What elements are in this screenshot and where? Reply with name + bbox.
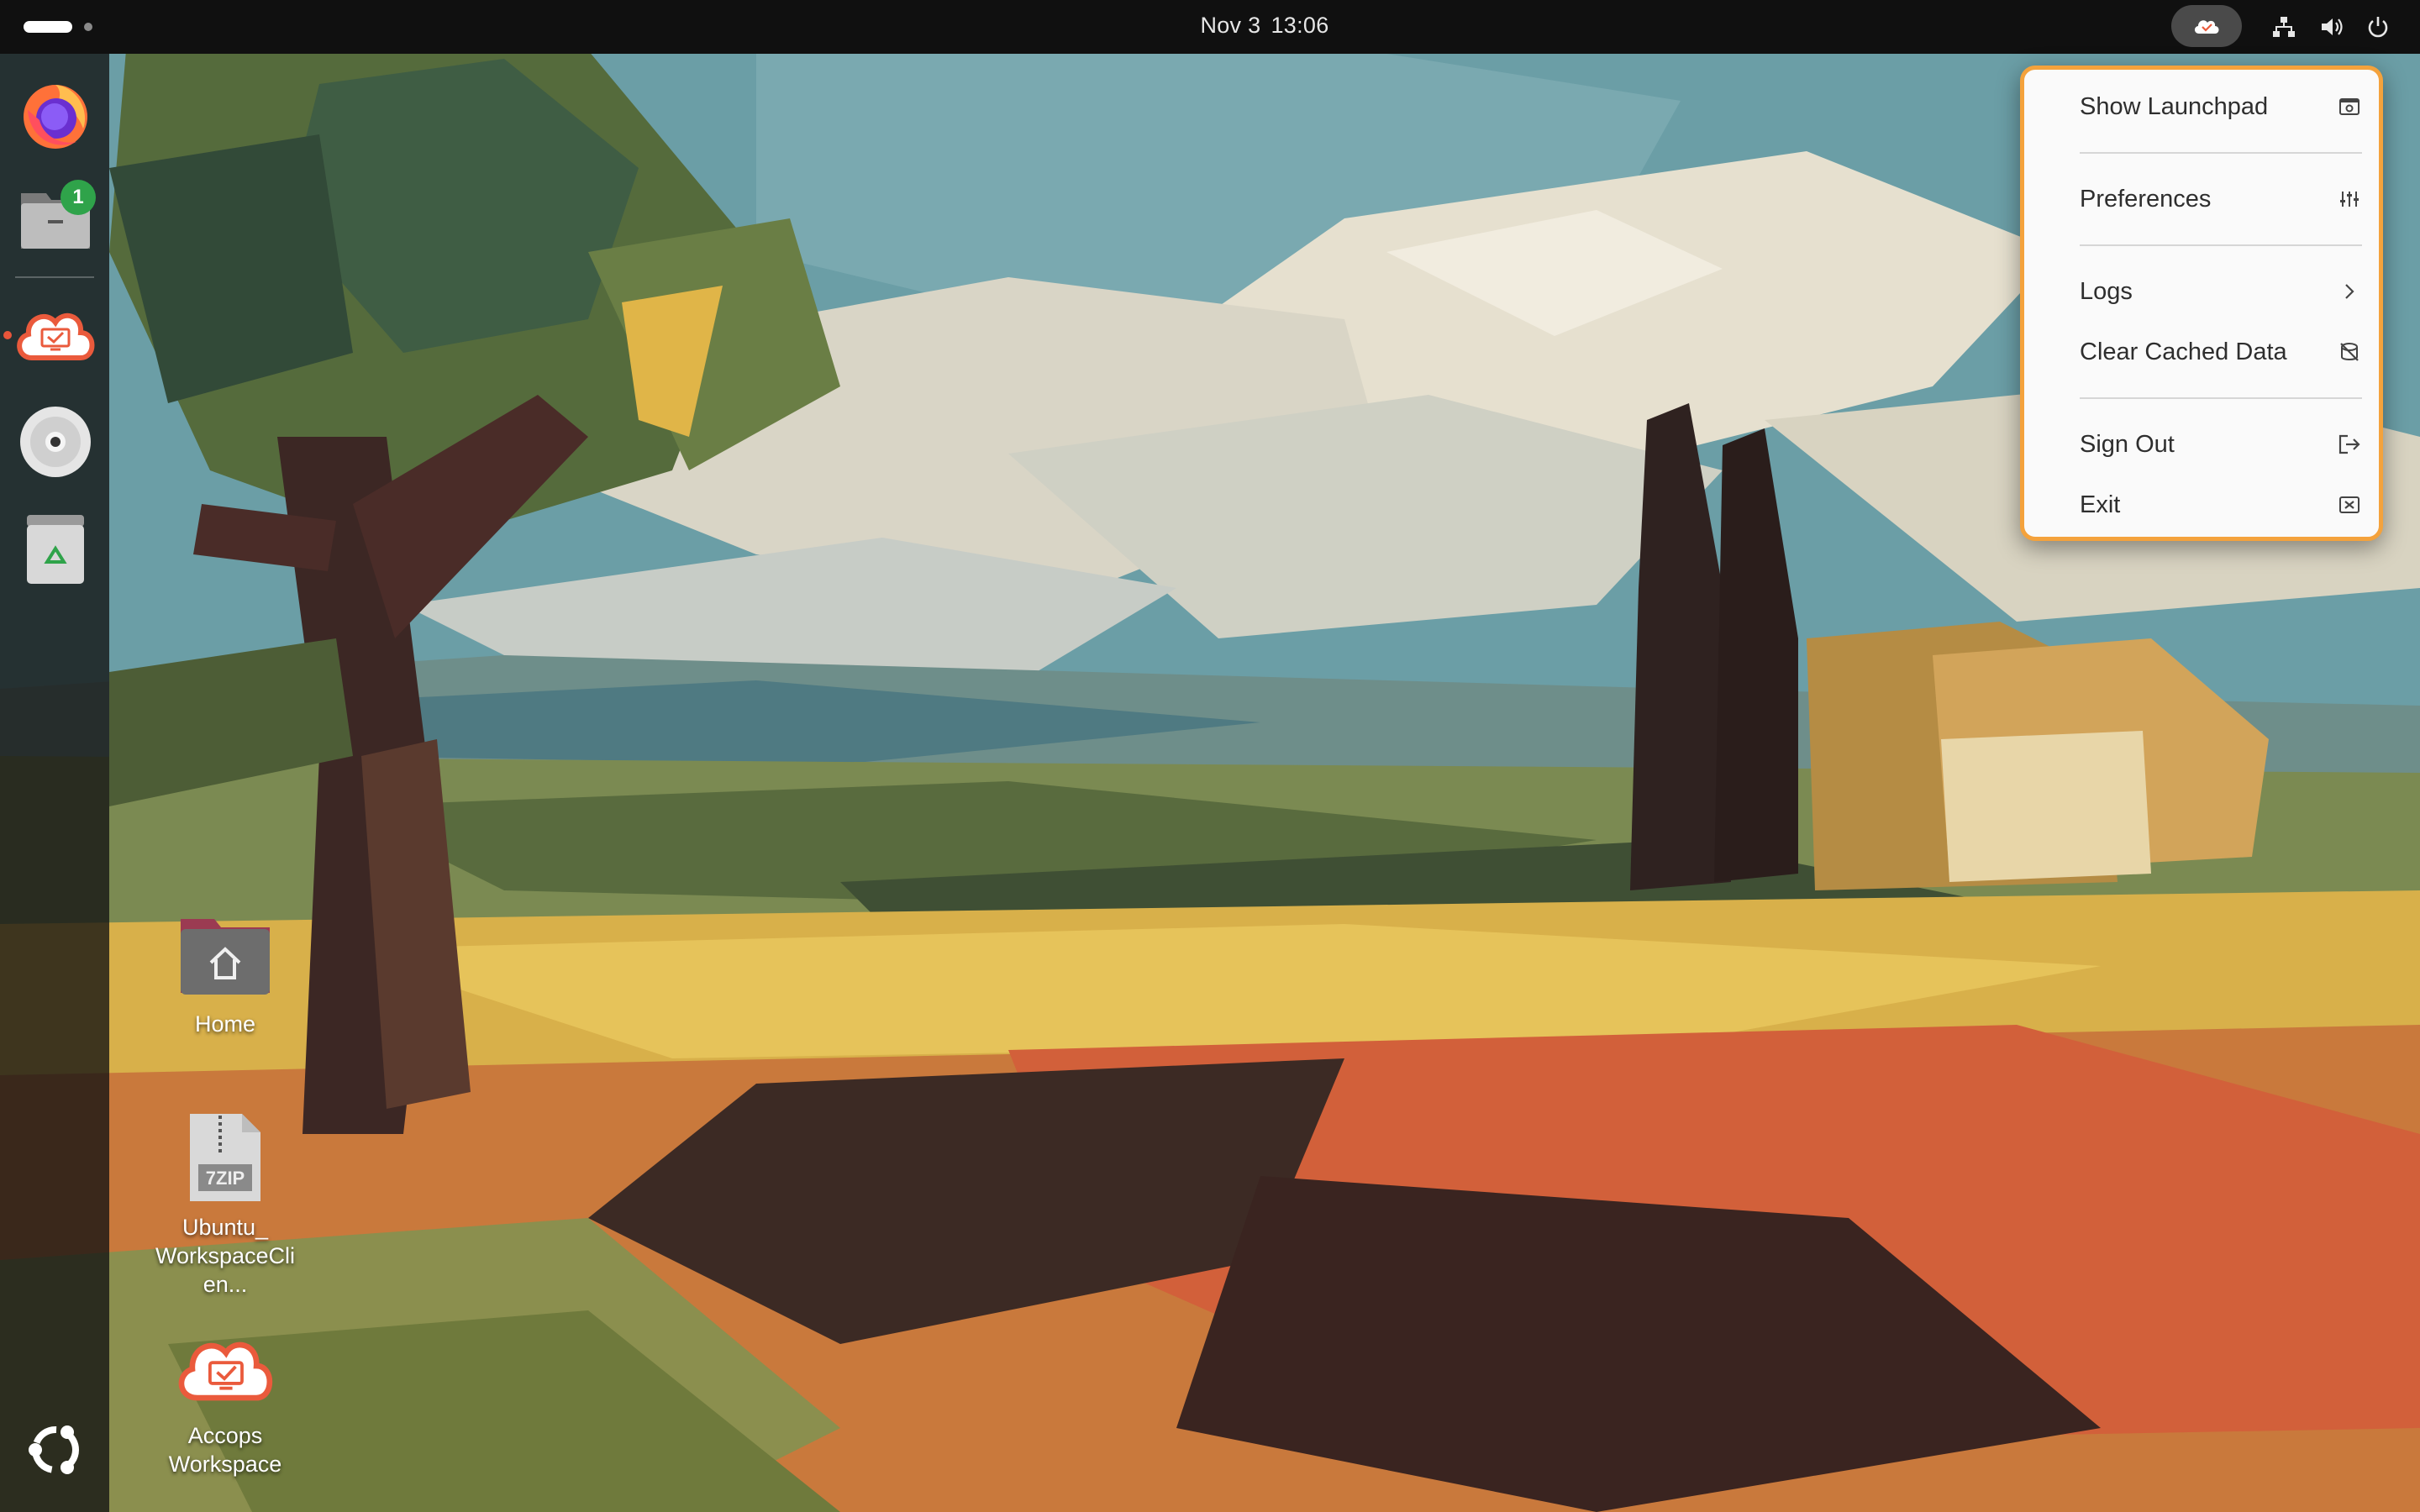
menu-item-logs[interactable]: Logs xyxy=(2080,265,2362,318)
running-indicator xyxy=(3,331,12,339)
power-icon[interactable] xyxy=(2361,10,2395,44)
menu-separator xyxy=(2080,397,2362,399)
desktop-icon-accops-workspace[interactable]: Accops Workspace xyxy=(150,1315,301,1478)
dock-disc[interactable] xyxy=(13,400,97,484)
dock-trash[interactable] xyxy=(13,507,97,591)
activities-indicator[interactable] xyxy=(24,18,124,35)
menu-separator xyxy=(2080,152,2362,154)
dock-files[interactable]: 1 xyxy=(13,176,97,260)
top-bar: Nov 3 13:06 xyxy=(0,0,2420,54)
desktop-icon-label: Accops Workspace xyxy=(168,1423,282,1477)
menu-item-label: Sign Out xyxy=(2080,430,2175,458)
menu-item-exit[interactable]: Exit xyxy=(2080,478,2362,532)
dock-accops-workspace[interactable] xyxy=(13,291,97,375)
dock-firefox[interactable] xyxy=(13,72,97,156)
disc-icon xyxy=(20,407,91,477)
clock-time: 13:06 xyxy=(1270,13,1329,38)
network-icon[interactable] xyxy=(2267,10,2301,44)
accops-cloud-icon xyxy=(178,1341,272,1401)
menu-item-label: Preferences xyxy=(2080,185,2212,213)
menu-item-label: Show Launchpad xyxy=(2080,92,2269,120)
exit-icon xyxy=(2337,492,2362,517)
home-folder-icon xyxy=(181,919,270,995)
desktop-icon-label: Home xyxy=(194,1011,256,1037)
7zip-archive-icon: 7ZIP xyxy=(190,1114,260,1201)
ubuntu-logo-icon xyxy=(29,1425,79,1474)
menu-item-show-launchpad[interactable]: Show Launchpad xyxy=(2080,80,2362,134)
menu-item-label: Logs xyxy=(2080,277,2133,305)
clock[interactable]: Nov 3 13:06 xyxy=(1143,0,1386,54)
clock-date: Nov 3 xyxy=(1200,13,1261,38)
chevron-right-icon xyxy=(2337,279,2362,304)
menu-item-label: Exit xyxy=(2080,491,2121,518)
sliders-icon xyxy=(2337,186,2362,212)
files-badge: 1 xyxy=(60,180,96,215)
menu-item-sign-out[interactable]: Sign Out xyxy=(2080,417,2362,471)
accops-tray-menu: Show Launchpad Preferences Logs Clear Ca… xyxy=(2020,66,2383,541)
accops-cloud-icon xyxy=(17,312,95,360)
dock-show-apps[interactable] xyxy=(13,1408,97,1492)
menu-item-clear-cached-data[interactable]: Clear Cached Data xyxy=(2080,325,2362,379)
menu-item-label: Clear Cached Data xyxy=(2080,338,2287,365)
desktop-icon-label: Ubuntu_ WorkspaceClien... xyxy=(155,1215,296,1297)
clear-data-icon xyxy=(2337,339,2362,365)
launchpad-icon xyxy=(2337,94,2362,119)
desktop-icon-archive[interactable]: 7ZIP Ubuntu_ WorkspaceClien... xyxy=(150,1107,301,1299)
accops-tray-button[interactable] xyxy=(2171,5,2242,47)
active-workspace-pill xyxy=(24,21,72,33)
firefox-icon xyxy=(24,85,87,149)
sign-out-icon xyxy=(2337,432,2362,457)
dock: 1 xyxy=(0,54,109,1512)
svg-text:7ZIP: 7ZIP xyxy=(206,1168,245,1189)
accops-cloud-icon xyxy=(2194,20,2219,34)
menu-item-preferences[interactable]: Preferences xyxy=(2080,172,2362,226)
menu-separator xyxy=(2080,244,2362,246)
volume-icon[interactable] xyxy=(2316,10,2349,44)
dock-separator xyxy=(15,276,94,278)
desktop-icon-home[interactable]: Home xyxy=(150,904,301,1038)
trash-icon xyxy=(27,515,84,584)
workspace-dot xyxy=(84,23,92,31)
